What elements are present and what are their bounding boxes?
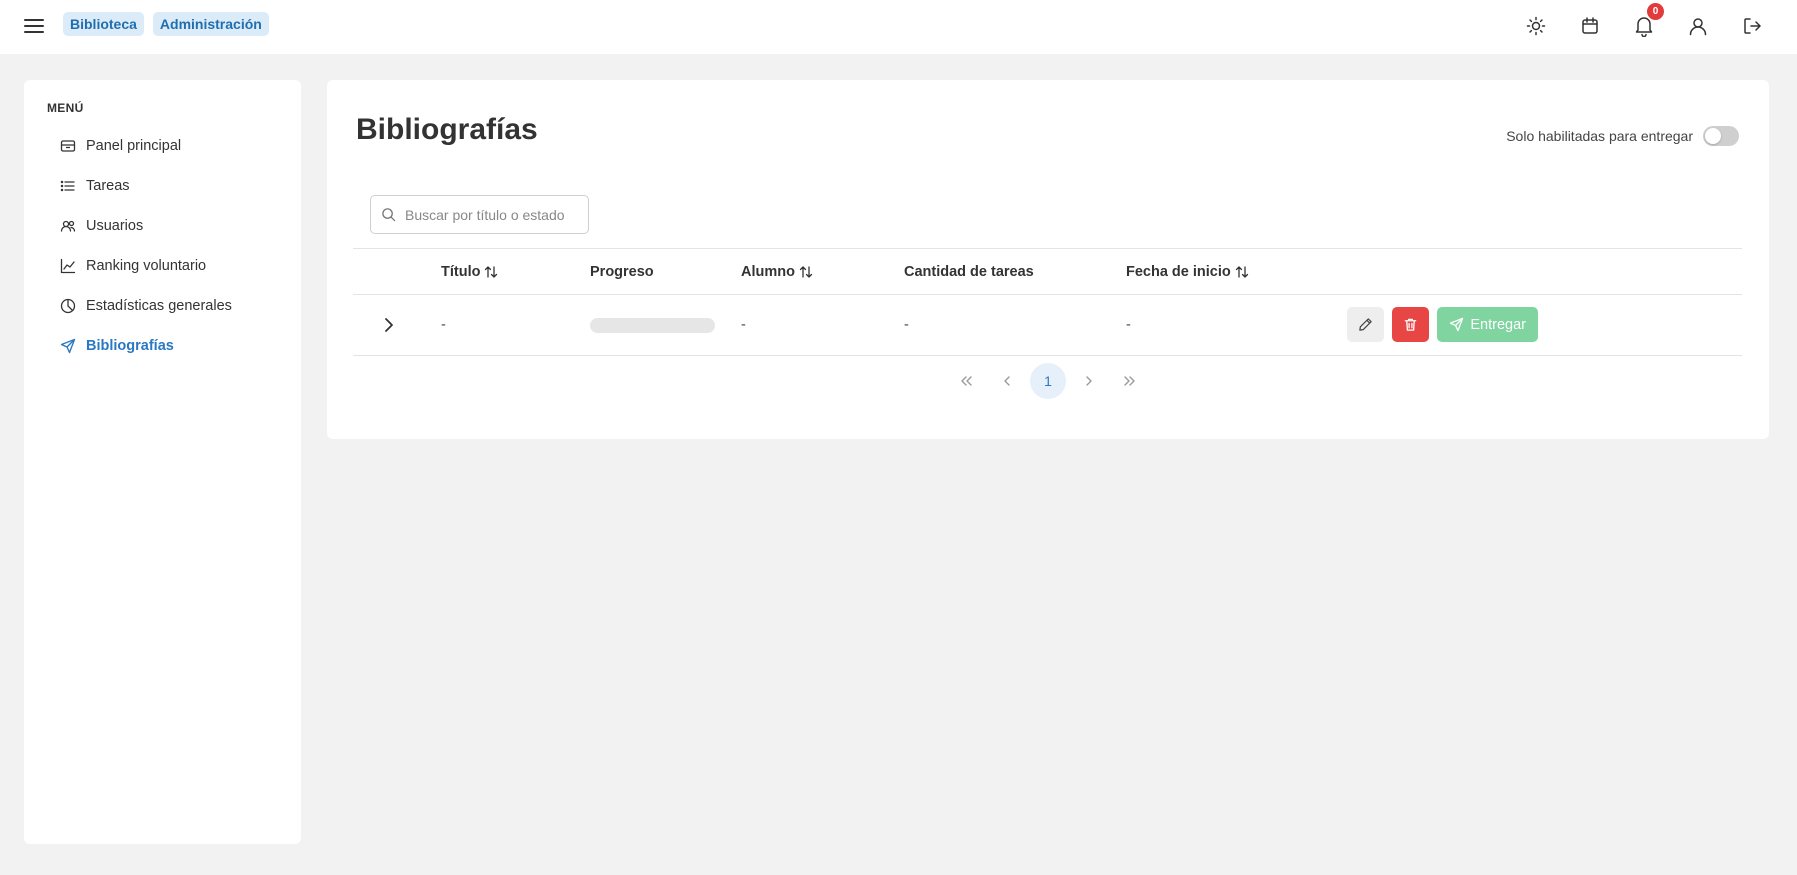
progress-bar xyxy=(590,317,715,333)
pie-chart-icon xyxy=(60,298,76,314)
sidebar-item-bibliografias[interactable]: Bibliografías xyxy=(60,326,290,366)
chevron-right-icon xyxy=(1084,375,1094,387)
column-header-fecha-de-inicio[interactable]: Fecha de inicio xyxy=(1126,249,1249,294)
list-icon xyxy=(60,178,76,194)
previous-page-button[interactable] xyxy=(989,363,1025,399)
breadcrumb-biblioteca[interactable]: Biblioteca xyxy=(63,12,144,36)
cell-cantidad-de-tareas: - xyxy=(904,317,909,333)
last-page-button[interactable] xyxy=(1112,363,1148,399)
sidebar-item-label: Estadísticas generales xyxy=(86,298,232,314)
double-chevron-left-icon xyxy=(959,375,973,387)
first-page-button[interactable] xyxy=(948,363,984,399)
sidebar-item-label: Tareas xyxy=(86,178,130,194)
next-page-button[interactable] xyxy=(1071,363,1107,399)
delete-button[interactable] xyxy=(1392,307,1430,342)
calendar-icon[interactable] xyxy=(1563,11,1617,41)
toggle-label: Solo habilitadas para entregar xyxy=(1506,128,1693,144)
chart-line-icon xyxy=(60,258,76,274)
edit-button[interactable] xyxy=(1347,307,1385,342)
column-header-cantidad-de-tareas: Cantidad de tareas xyxy=(904,249,1034,294)
cell-progreso xyxy=(590,295,715,355)
page-button-current[interactable]: 1 xyxy=(1030,363,1066,399)
cell-alumno: - xyxy=(741,317,746,333)
chevron-left-icon xyxy=(1002,375,1012,387)
breadcrumb-administracion[interactable]: Administración xyxy=(152,12,269,36)
sidebar-item-ranking-voluntario[interactable]: Ranking voluntario xyxy=(60,246,290,286)
sidebar-item-panel-principal[interactable]: Panel principal xyxy=(60,126,290,166)
pagination: 1 xyxy=(327,363,1769,399)
page-title: Bibliografías xyxy=(356,113,538,146)
sidebar: MENÚ Panel principal Tareas Usuarios Ran… xyxy=(24,80,301,844)
cell-titulo: - xyxy=(441,317,446,333)
menu-title: MENÚ xyxy=(47,101,84,115)
menu-list: Panel principal Tareas Usuarios Ranking … xyxy=(60,126,290,366)
deliver-label: Entregar xyxy=(1470,316,1526,333)
sidebar-item-tareas[interactable]: Tareas xyxy=(60,166,290,206)
column-header-alumno[interactable]: Alumno xyxy=(741,249,813,294)
column-header-progreso: Progreso xyxy=(590,249,654,294)
column-label: Título xyxy=(441,263,481,280)
bibliografias-table: Título Progreso Alumno Cantidad de tarea… xyxy=(353,248,1742,356)
sort-icon xyxy=(484,265,498,279)
breadcrumb: Biblioteca Administración xyxy=(63,12,269,36)
column-label: Cantidad de tareas xyxy=(904,263,1034,280)
logout-icon[interactable] xyxy=(1725,11,1779,41)
cell-fecha-de-inicio: - xyxy=(1126,317,1131,333)
main-card: Bibliografías Solo habilitadas para entr… xyxy=(327,80,1769,439)
chevron-right-icon xyxy=(383,317,395,333)
sort-icon xyxy=(799,265,813,279)
column-label: Alumno xyxy=(741,263,795,280)
bell-icon[interactable]: 0 xyxy=(1617,3,1671,41)
sidebar-item-label: Usuarios xyxy=(86,218,144,234)
hamburger-menu-icon[interactable] xyxy=(22,14,46,38)
top-icons: 0 xyxy=(1509,3,1779,41)
send-icon xyxy=(60,338,76,354)
pencil-icon xyxy=(1358,317,1373,332)
row-actions: Entregar xyxy=(1347,307,1538,342)
user-icon[interactable] xyxy=(1671,11,1725,41)
users-icon xyxy=(60,218,76,234)
search-icon xyxy=(381,207,396,222)
sidebar-item-usuarios[interactable]: Usuarios xyxy=(60,206,290,246)
sidebar-item-label: Ranking voluntario xyxy=(86,258,207,274)
table-header: Título Progreso Alumno Cantidad de tarea… xyxy=(353,249,1742,295)
search-input[interactable] xyxy=(405,206,575,223)
sidebar-item-estadisticas-generales[interactable]: Estadísticas generales xyxy=(60,286,290,326)
deliver-button[interactable]: Entregar xyxy=(1437,307,1538,342)
expand-row-button[interactable] xyxy=(383,295,395,355)
top-bar: Biblioteca Administración 0 xyxy=(0,0,1797,54)
sidebar-item-label: Bibliografías xyxy=(86,338,174,354)
trash-icon xyxy=(1403,317,1418,332)
toggle-filter: Solo habilitadas para entregar xyxy=(1506,126,1739,146)
search-box xyxy=(370,195,589,234)
notification-badge: 0 xyxy=(1647,3,1664,20)
double-chevron-right-icon xyxy=(1123,375,1137,387)
dashboard-icon xyxy=(60,138,76,154)
table-row: - - - - Entregar xyxy=(353,295,1742,356)
sort-icon xyxy=(1235,265,1249,279)
column-header-titulo[interactable]: Título xyxy=(441,249,498,294)
toggle-knob xyxy=(1705,128,1721,144)
sun-icon[interactable] xyxy=(1509,11,1563,41)
column-label: Progreso xyxy=(590,263,654,280)
toggle-switch[interactable] xyxy=(1703,126,1739,146)
send-icon xyxy=(1449,317,1464,332)
sidebar-item-label: Panel principal xyxy=(86,138,182,154)
column-label: Fecha de inicio xyxy=(1126,263,1231,280)
